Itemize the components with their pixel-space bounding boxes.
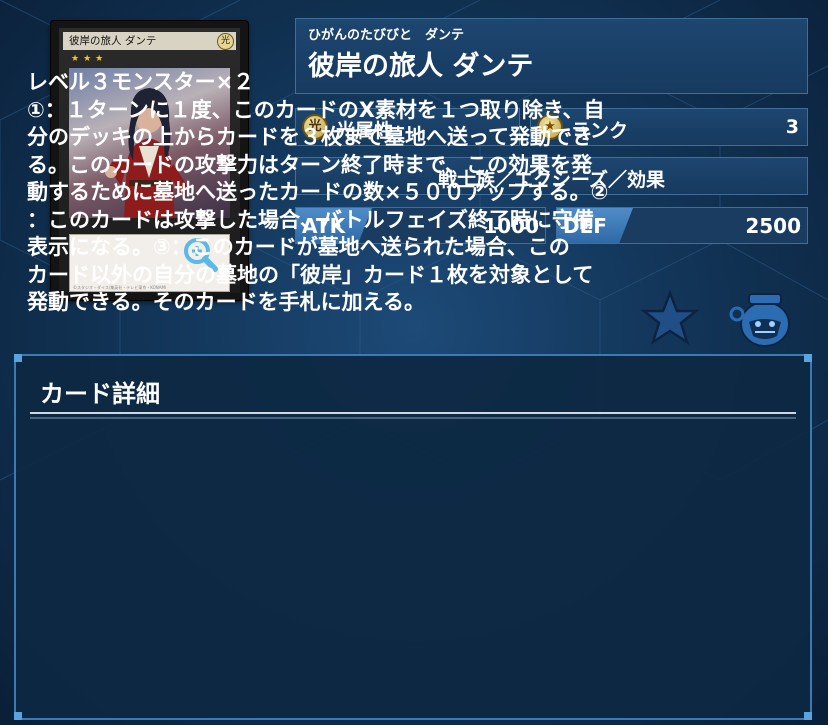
detail-title: カード詳細 [40,380,160,408]
detail-header: カード詳細 [30,372,796,419]
card-effect-text: レベル３モンスター×２ ①：１ターンに１度、このカードのX素材を１つ取り除き、自… [27,70,609,314]
card-image-name: 彼岸の旅人 ダンテ [63,32,236,50]
card-detail-panel: カード詳細 [14,354,812,720]
panel-corner [14,354,22,362]
card-attribute-icon: 光 [217,33,234,50]
panel-corner [804,354,812,362]
panel-corner [804,712,812,720]
card-rank-stars: ★★★ [71,54,108,64]
panel-corner [14,712,22,720]
rank-value: 3 [785,116,799,138]
card-name-ruby: ひがんのたびびと ダンテ [308,28,465,43]
